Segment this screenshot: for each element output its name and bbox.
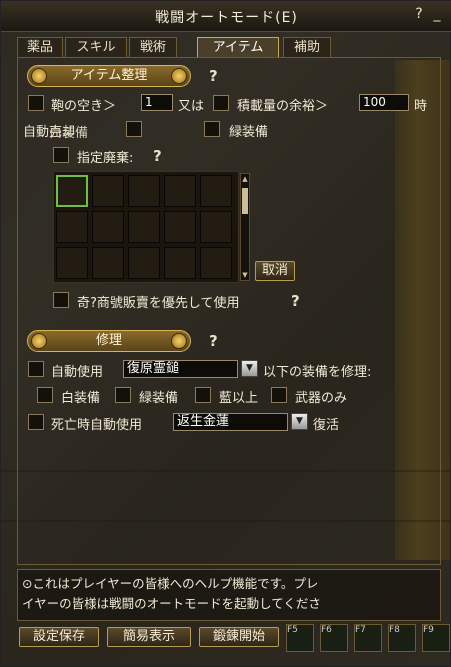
grid-scrollbar[interactable]: ▲ ▼ [240, 173, 250, 281]
item-slot[interactable] [200, 211, 232, 243]
repair-white-label: 白装備 [61, 391, 101, 406]
priority-checkbox[interactable] [53, 292, 69, 308]
hotkey-label: F7 [355, 625, 366, 635]
badge-knob-icon [171, 68, 187, 84]
death-revive-checkbox[interactable] [28, 414, 44, 430]
priority-help-icon[interactable]: ? [291, 292, 300, 310]
auto-use-label: 自動使用 [51, 365, 104, 380]
save-settings-button[interactable]: 設定保存 [19, 627, 99, 647]
help-text-line: イヤーの皆様は戦闘のオートモードを起動してくださ [22, 596, 321, 611]
hotkey-label: F8 [389, 625, 400, 635]
hotkey-slot[interactable]: F5 [286, 624, 314, 652]
item-slot[interactable] [164, 175, 196, 207]
simple-view-button[interactable]: 簡易表示 [107, 627, 191, 647]
repair-weapon-label: 武器のみ [295, 391, 348, 406]
auto-battle-window: 戦闘オートモード(E) ? _ 薬品 スキル 戦術 アイテム 補助 アイテム整理… [0, 0, 451, 667]
scroll-thumb[interactable] [242, 188, 248, 214]
help-button[interactable]: ? [411, 6, 427, 22]
bag-space-checkbox[interactable] [28, 95, 44, 111]
discard-help-icon[interactable]: ? [153, 147, 162, 165]
cancel-button[interactable]: 取消 [255, 261, 295, 281]
item-slot[interactable] [56, 211, 88, 243]
auto-repair-checkbox[interactable] [28, 361, 44, 377]
discard-label: 指定廃棄: [77, 151, 134, 166]
repair-section-title: 修理 [95, 333, 122, 348]
item-slot[interactable] [200, 175, 232, 207]
tab-tactics[interactable]: 戦術 [129, 37, 177, 57]
or-label: 又は [178, 99, 205, 114]
death-auto-use-label: 死亡時自動使用 [51, 418, 143, 433]
item-slot[interactable] [164, 247, 196, 279]
repair-green-label: 緑装備 [139, 391, 179, 406]
hotkey-label: F9 [423, 625, 434, 635]
weight-input[interactable]: 100 [359, 94, 409, 111]
tab-item[interactable]: アイテム [197, 37, 279, 57]
priority-label: 奇?商號販賣を優先して使用 [77, 296, 240, 311]
tab-support[interactable]: 補助 [283, 37, 331, 57]
item-slot[interactable] [200, 247, 232, 279]
title-bar[interactable]: 戦闘オートモード(E) ? _ [1, 1, 451, 32]
repair-blue-label: 藍以上 [219, 391, 259, 406]
item-section-title: アイテム整理 [70, 68, 148, 83]
white-equip-label: 白装備 [49, 126, 89, 141]
white-equip-checkbox[interactable] [126, 121, 142, 137]
green-equip-label: 緑装備 [229, 125, 269, 140]
repair-white-checkbox[interactable] [37, 387, 53, 403]
repair-section-help-icon[interactable]: ? [209, 332, 218, 350]
tab-medicine[interactable]: 薬品 [17, 37, 63, 57]
badge-knob-icon [31, 333, 47, 349]
item-slot[interactable] [92, 175, 124, 207]
scroll-up-icon[interactable]: ▲ [241, 175, 249, 183]
item-slot[interactable] [56, 175, 88, 207]
item-slot[interactable] [92, 211, 124, 243]
weight-label: 積載量の余裕＞ [237, 99, 329, 114]
hotkey-slot[interactable]: F6 [320, 624, 348, 652]
hotkey-slot[interactable]: F7 [354, 624, 382, 652]
green-equip-checkbox[interactable] [204, 121, 220, 137]
item-slot[interactable] [164, 211, 196, 243]
repair-item-dropdown-icon[interactable]: ▼ [241, 360, 258, 377]
item-section-help-icon[interactable]: ? [209, 67, 218, 85]
tab-skill[interactable]: スキル [65, 37, 127, 57]
bag-space-label: 鞄の空き＞ [51, 99, 117, 114]
help-text-line: ⊙これはプレイヤーの皆様へのヘルプ機能です。プレ [22, 576, 319, 591]
repair-suffix-label: 以下の装備を修理: [263, 365, 372, 380]
discard-checkbox[interactable] [53, 147, 69, 163]
start-training-button[interactable]: 鍛錬開始 [199, 627, 279, 647]
badge-knob-icon [31, 68, 47, 84]
repair-blue-checkbox[interactable] [195, 387, 211, 403]
repair-green-checkbox[interactable] [115, 387, 131, 403]
item-slot[interactable] [56, 247, 88, 279]
revive-suffix-label: 復活 [313, 418, 340, 433]
item-section-header: アイテム整理 [27, 65, 191, 87]
hotkey-slot[interactable]: F8 [388, 624, 416, 652]
help-text-box: ⊙これはプレイヤーの皆様へのヘルプ機能です。プレ イヤーの皆様は戦闘のオートモー… [17, 569, 441, 621]
repair-item-select[interactable]: 復原霊鎚 [123, 360, 238, 378]
minimize-button[interactable]: _ [429, 6, 445, 22]
badge-knob-icon [171, 333, 187, 349]
weight-checkbox[interactable] [213, 95, 229, 111]
item-slot[interactable] [128, 247, 160, 279]
item-slot[interactable] [128, 175, 160, 207]
hotkey-label: F6 [321, 625, 332, 635]
scroll-down-icon[interactable]: ▼ [241, 271, 249, 279]
revive-item-dropdown-icon[interactable]: ▼ [291, 413, 308, 430]
bag-space-input[interactable]: 1 [141, 94, 173, 111]
weight-unit-label: 時 [414, 99, 428, 114]
item-slot[interactable] [128, 211, 160, 243]
revive-item-select[interactable]: 返生金蓮 [173, 413, 288, 431]
window-title: 戦闘オートモード(E) [155, 10, 298, 26]
hotkey-label: F5 [287, 625, 298, 635]
repair-weapon-checkbox[interactable] [271, 387, 287, 403]
repair-section-header: 修理 [27, 330, 191, 352]
discard-item-grid [53, 171, 239, 283]
hotkey-slot[interactable]: F9 [422, 624, 450, 652]
item-slot[interactable] [92, 247, 124, 279]
